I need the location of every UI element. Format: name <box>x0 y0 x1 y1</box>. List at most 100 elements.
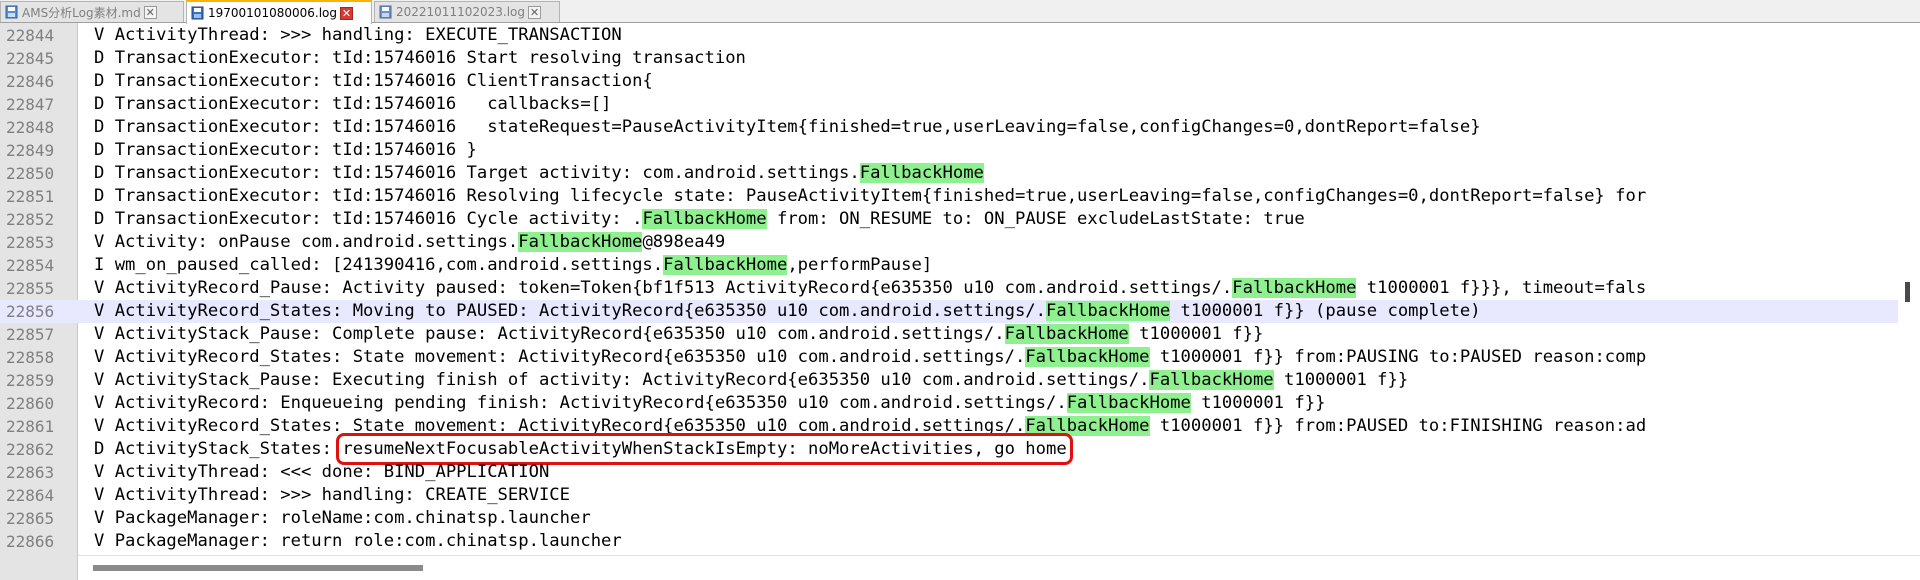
log-text: V ActivityThread: <<< done: BIND_APPLICA… <box>94 461 549 484</box>
log-line[interactable]: 22859 V ActivityStack_Pause: Executing fi… <box>0 369 1898 392</box>
line-number: 22851 <box>6 187 55 206</box>
log-text: D TransactionExecutor: tId:15746016 Targ… <box>94 162 984 185</box>
log-text-segment: D TransactionExecutor: tId:15746016 Cycl… <box>94 209 643 229</box>
log-text: D TransactionExecutor: tId:15746016 call… <box>94 93 611 116</box>
log-text-segment: t1000001 f}} <box>1190 393 1326 413</box>
vertical-scroll-thumb[interactable] <box>1905 282 1910 302</box>
log-line[interactable]: 22844 V ActivityThread: >>> handling: EXE… <box>0 24 1898 47</box>
search-highlight: FallbackHome <box>1232 278 1357 298</box>
log-line[interactable]: 22855 V ActivityRecord_Pause: Activity pa… <box>0 277 1898 300</box>
log-text-segment: D TransactionExecutor: tId:15746016 Targ… <box>94 163 860 183</box>
text-area[interactable]: 22844 V ActivityThread: >>> handling: EXE… <box>0 24 1898 553</box>
close-icon[interactable]: ✕ <box>340 6 353 20</box>
tab-ams-log-notes[interactable]: AMS分析Log素材.md ✕ <box>0 1 184 22</box>
tab-label: AMS分析Log素材.md <box>22 5 141 20</box>
log-text: D TransactionExecutor: tId:15746016 stat… <box>94 116 1481 139</box>
horizontal-scrollbar[interactable] <box>78 555 1920 580</box>
log-text: D TransactionExecutor: tId:15746016 Cycl… <box>94 208 1305 231</box>
line-number: 22861 <box>6 417 55 436</box>
log-text-segment: D TransactionExecutor: tId:15746016 Reso… <box>94 186 1647 206</box>
line-number: 22864 <box>6 486 55 505</box>
log-line[interactable]: 22854 I wm_on_paused_called: [241390416,c… <box>0 254 1898 277</box>
log-line[interactable]: 22864 V ActivityThread: >>> handling: CRE… <box>0 484 1898 507</box>
log-line[interactable]: 22856 V ActivityRecord_States: Moving to … <box>0 300 1898 323</box>
log-text: V ActivityRecord_States: Moving to PAUSE… <box>94 300 1481 323</box>
line-number: 22857 <box>6 325 55 344</box>
text-editor-window: AMS分析Log素材.md ✕ 19700101080006.log ✕ 202… <box>0 0 1920 580</box>
log-text-segment: D TransactionExecutor: tId:15746016 Star… <box>94 48 746 68</box>
log-text: V ActivityStack_Pause: Complete pause: A… <box>94 323 1263 346</box>
line-number: 22866 <box>6 532 55 551</box>
annotation-box: resumeNextFocusableActivityWhenStackIsEm… <box>336 433 1073 465</box>
floppy-disk-icon <box>378 5 392 20</box>
line-number: 22852 <box>6 210 55 229</box>
log-text: V ActivityThread: >>> handling: CREATE_S… <box>94 484 570 507</box>
log-text-segment: V ActivityStack_Pause: Executing finish … <box>94 370 1150 390</box>
log-text: D TransactionExecutor: tId:15746016 } <box>94 139 477 162</box>
log-text-segment: D TransactionExecutor: tId:15746016 Clie… <box>94 71 653 91</box>
log-line[interactable]: 22865 V PackageManager: roleName:com.chin… <box>0 507 1898 530</box>
line-number: 22849 <box>6 141 55 160</box>
log-text: V ActivityRecord_States: State movement:… <box>94 415 1646 438</box>
horizontal-scroll-thumb[interactable] <box>93 565 423 571</box>
log-text: V ActivityRecord_Pause: Activity paused:… <box>94 277 1646 300</box>
log-text-segment: from: ON_RESUME to: ON_PAUSE excludeLast… <box>766 209 1305 229</box>
floppy-disk-icon <box>190 6 204 21</box>
log-line[interactable]: 22845 D TransactionExecutor: tId:15746016… <box>0 47 1898 70</box>
log-text-segment: t1000001 f}} from:PAUSING to:PAUSED reas… <box>1149 347 1647 367</box>
line-number: 22856 <box>6 302 55 321</box>
line-number: 22859 <box>6 371 55 390</box>
log-line[interactable]: 22866 V PackageManager: return role:com.c… <box>0 530 1898 553</box>
log-line[interactable]: 22858 V ActivityRecord_States: State move… <box>0 346 1898 369</box>
log-text-segment: @898ea49 <box>642 232 726 252</box>
tab-19700101080006-log[interactable]: 19700101080006.log ✕ <box>186 0 372 24</box>
line-number: 22847 <box>6 95 55 114</box>
log-line[interactable]: 22852 D TransactionExecutor: tId:15746016… <box>0 208 1898 231</box>
search-highlight: FallbackHome <box>859 163 984 183</box>
log-text: V ActivityRecord_States: State movement:… <box>94 346 1646 369</box>
log-line[interactable]: 22860 V ActivityRecord: Enqueueing pendin… <box>0 392 1898 415</box>
log-text-segment: V ActivityStack_Pause: Complete pause: A… <box>94 324 1005 344</box>
log-line[interactable]: 22850 D TransactionExecutor: tId:15746016… <box>0 162 1898 185</box>
log-text: V Activity: onPause com.android.settings… <box>94 231 725 254</box>
log-text: V PackageManager: roleName:com.chinatsp.… <box>94 507 591 530</box>
tab-label: 20221011102023.log <box>396 5 525 19</box>
close-icon[interactable]: ✕ <box>143 5 157 19</box>
line-number: 22865 <box>6 509 55 528</box>
markdown-file-icon <box>4 5 18 20</box>
log-text: D TransactionExecutor: tId:15746016 Reso… <box>94 185 1646 208</box>
log-text-segment: t1000001 f}} <box>1128 324 1264 344</box>
line-number: 22844 <box>6 26 55 45</box>
log-text-segment: V PackageManager: return role:com.chinat… <box>94 531 622 551</box>
search-highlight: FallbackHome <box>1046 301 1171 321</box>
line-number: 22858 <box>6 348 55 367</box>
search-highlight: FallbackHome <box>1025 416 1150 436</box>
vertical-scrollbar[interactable] <box>1898 23 1920 555</box>
log-text: V ActivityRecord: Enqueueing pending fin… <box>94 392 1325 415</box>
log-line[interactable]: 22846 D TransactionExecutor: tId:15746016… <box>0 70 1898 93</box>
log-text-segment: V ActivityRecord_States: Moving to PAUSE… <box>94 301 1046 321</box>
log-text: I wm_on_paused_called: [241390416,com.an… <box>94 254 932 277</box>
log-text-segment: V PackageManager: roleName:com.chinatsp.… <box>94 508 591 528</box>
log-text-segment: V ActivityThread: <<< done: BIND_APPLICA… <box>94 462 550 482</box>
log-line[interactable]: 22847 D TransactionExecutor: tId:15746016… <box>0 93 1898 116</box>
log-line[interactable]: 22863 V ActivityThread: <<< done: BIND_AP… <box>0 461 1898 484</box>
log-text-segment: t1000001 f}} from:PAUSED to:FINISHING re… <box>1149 416 1647 436</box>
log-line[interactable]: 22853 V Activity: onPause com.android.set… <box>0 231 1898 254</box>
log-line[interactable]: 22851 D TransactionExecutor: tId:15746016… <box>0 185 1898 208</box>
line-number: 22863 <box>6 463 55 482</box>
close-icon[interactable]: ✕ <box>528 5 541 19</box>
log-text-segment: I wm_on_paused_called: [241390416,com.an… <box>94 255 664 275</box>
tab-20221011102023-log[interactable]: 20221011102023.log ✕ <box>374 1 560 22</box>
line-number: 22848 <box>6 118 55 137</box>
log-line[interactable]: 22861 V ActivityRecord_States: State move… <box>0 415 1898 438</box>
log-line[interactable]: 22862 D ActivityStack_States: resumeNextF… <box>0 433 1898 465</box>
log-text-segment: D TransactionExecutor: tId:15746016 } <box>94 140 477 160</box>
log-text-segment: ,performPause] <box>787 255 933 275</box>
log-line[interactable]: 22849 D TransactionExecutor: tId:15746016… <box>0 139 1898 162</box>
log-text: V PackageManager: return role:com.chinat… <box>94 530 622 553</box>
tab-label: 19700101080006.log <box>208 6 337 20</box>
log-line[interactable]: 22857 V ActivityStack_Pause: Complete pau… <box>0 323 1898 346</box>
log-line[interactable]: 22848 D TransactionExecutor: tId:15746016… <box>0 116 1898 139</box>
log-text-segment: t1000001 f}}}, timeout=fals <box>1356 278 1647 298</box>
